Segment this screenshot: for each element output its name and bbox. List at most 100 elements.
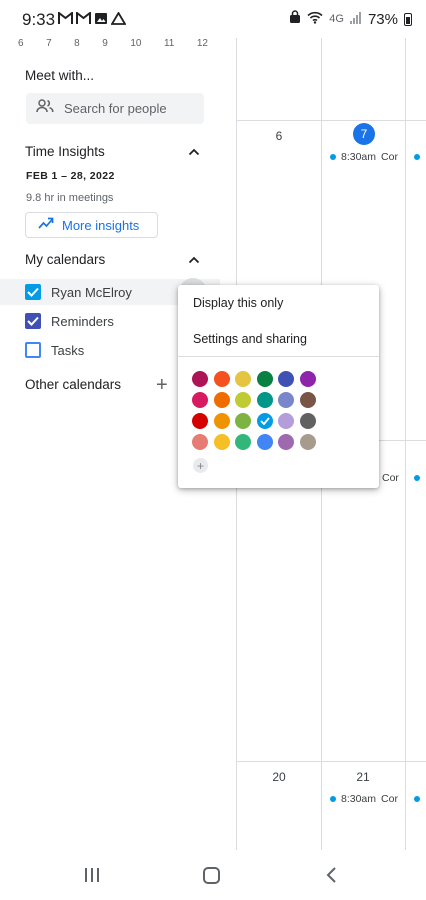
search-people-input[interactable]: Search for people [26,93,204,124]
battery-icon [404,12,412,26]
color-swatch[interactable] [192,413,208,429]
event-time: 8:30am [341,793,377,805]
event-dot[interactable] [414,475,420,481]
menu-item-display-only[interactable]: Display this only [193,296,283,310]
event-dot[interactable] [414,796,420,802]
time-insights-title: Time Insights [25,144,105,159]
menu-divider [178,356,379,357]
event-chip[interactable]: 8:30am Cor [330,151,402,163]
calendar-options-menu: Display this only Settings and sharing + [178,285,379,488]
system-nav-bar [0,850,426,900]
event-dot [330,796,336,802]
mini-calendar-day[interactable]: 8 [74,38,80,49]
color-palette [192,371,316,450]
color-swatch[interactable] [299,392,316,408]
color-swatch[interactable] [256,413,273,429]
insights-icon [38,216,54,234]
event-chip[interactable]: 8:30am Cor [330,793,402,805]
more-insights-label: More insights [62,217,140,233]
event-chip[interactable]: Cor [382,472,404,484]
signal-icon [349,11,362,28]
status-right: 4G 73% [289,10,412,28]
mini-calendar-day[interactable]: 11 [164,38,174,49]
color-swatch[interactable] [299,413,316,429]
event-time: 8:30am [341,151,377,163]
checkbox-checked[interactable] [25,313,41,329]
color-swatch[interactable] [192,392,208,408]
color-swatch[interactable] [256,434,273,450]
day-number[interactable]: 21 [333,770,393,784]
day-number[interactable]: 20 [249,770,309,784]
grid-line [405,38,406,850]
gmail-icon [58,10,73,27]
recent-apps-button[interactable] [85,868,99,882]
grid-line [236,761,426,762]
chevron-up-icon[interactable] [186,252,202,268]
color-swatch[interactable] [192,434,208,450]
app-root: 9:33 4G 73% 6 7 8:30am Cor Cor 20 21 8:3… [0,0,426,900]
menu-item-settings-sharing[interactable]: Settings and sharing [193,332,307,346]
event-dot [330,154,336,160]
color-swatch[interactable] [278,413,294,429]
mini-calendar-day[interactable]: 10 [130,38,141,49]
add-calendar-icon[interactable]: + [156,375,168,395]
drive-icon [110,11,127,27]
color-swatch[interactable] [235,392,251,408]
gmail-icon [76,10,91,27]
mini-calendar-row: 6 7 8 9 10 11 12 [18,38,208,49]
meet-with-title: Meet with... [25,68,95,83]
check-icon [27,287,39,297]
day-number[interactable]: 6 [249,129,309,143]
color-swatch[interactable] [235,371,251,387]
color-swatch[interactable] [256,371,273,387]
my-calendars-title: My calendars [25,252,106,267]
color-swatch[interactable] [256,392,273,408]
mini-calendar-day[interactable]: 12 [197,38,208,49]
color-swatch[interactable] [192,371,208,387]
event-title: Cor [381,793,398,805]
mini-calendar-day[interactable]: 9 [102,38,108,49]
meeting-hours: 9.8 hr in meetings [26,192,114,204]
calendar-label: Reminders [51,313,114,329]
home-button[interactable] [203,867,220,884]
grid-line [236,120,426,121]
checkbox-checked[interactable] [25,284,41,300]
color-swatch[interactable] [299,371,316,387]
event-dot[interactable] [414,154,420,160]
notification-icons [58,10,127,27]
more-insights-button[interactable]: More insights [25,212,158,238]
color-swatch[interactable] [213,434,230,450]
event-title: Cor [382,472,399,484]
check-icon [259,417,270,425]
status-bar: 9:33 4G 73% [0,0,426,38]
other-calendars-title: Other calendars [25,377,122,392]
color-swatch[interactable] [213,392,230,408]
chevron-up-icon[interactable] [186,144,202,160]
people-icon [36,99,54,118]
vpn-icon [289,10,301,28]
color-swatch[interactable] [278,371,294,387]
search-placeholder: Search for people [64,101,167,116]
back-button[interactable] [322,865,342,885]
wifi-icon [307,11,323,28]
color-swatch[interactable] [278,392,294,408]
add-color-button[interactable]: + [193,458,208,473]
battery-percent: 73% [367,10,398,28]
check-icon [27,316,39,326]
calendar-label: Tasks [51,342,85,358]
color-swatch[interactable] [235,413,251,429]
color-swatch[interactable] [213,371,230,387]
insights-date-range: FEB 1 – 28, 2022 [26,170,115,182]
color-swatch[interactable] [235,434,251,450]
mini-calendar-day[interactable]: 6 [18,38,24,49]
network-type: 4G [329,13,344,25]
color-swatch[interactable] [299,434,316,450]
event-title: Cor [381,151,398,163]
day-number-today[interactable]: 7 [353,123,375,145]
checkbox-unchecked[interactable] [25,342,41,358]
mini-calendar-day[interactable]: 7 [46,38,52,49]
calendar-label: Ryan McElroy [51,284,132,300]
color-swatch[interactable] [278,434,294,450]
color-swatch[interactable] [213,413,230,429]
status-time: 9:33 [22,10,56,29]
